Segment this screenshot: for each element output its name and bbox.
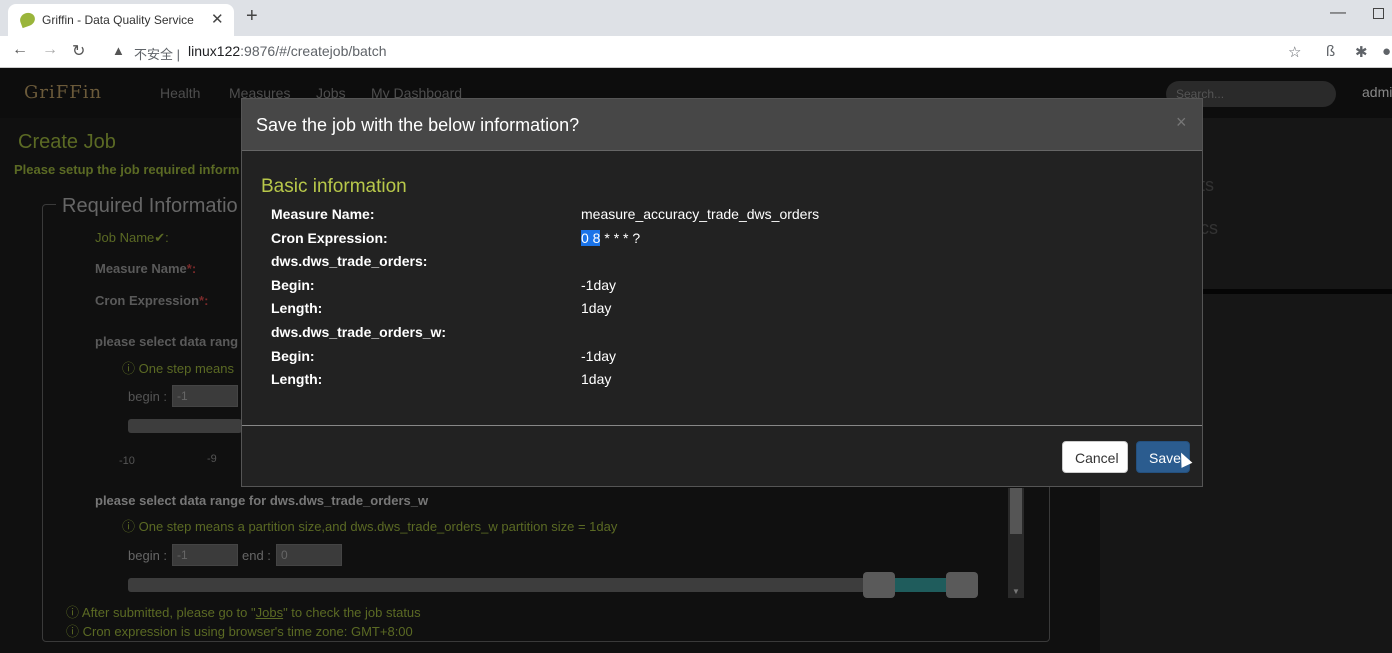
info-row-length: Length: 1day bbox=[271, 371, 612, 387]
back-icon[interactable]: ← bbox=[12, 41, 28, 59]
scrollbar-thumb[interactable] bbox=[1010, 488, 1022, 534]
tick-label: -9 bbox=[207, 453, 217, 465]
fieldset-legend: Required Informatio bbox=[56, 195, 244, 218]
warning-icon: ▲ bbox=[112, 43, 125, 58]
browser-address-bar: ← → ↻ ▲ 不安全 | linux122:9876/#/createjob/… bbox=[0, 36, 1392, 68]
form-scrollbar[interactable]: ▼ bbox=[1008, 488, 1024, 598]
info-row-cron-expression: Cron Expression: 0 8 * * * ? bbox=[271, 230, 641, 246]
nav-health[interactable]: Health bbox=[160, 85, 200, 101]
url-input[interactable]: ▲ 不安全 | linux122:9876/#/createjob/batch bbox=[104, 38, 1320, 66]
range2-note: ⓘ One step means a partition size,and dw… bbox=[122, 519, 618, 534]
end2-input[interactable]: 0 bbox=[276, 544, 342, 566]
scroll-down-icon[interactable]: ▼ bbox=[1012, 587, 1020, 596]
bookmark-star-icon[interactable]: ☆ bbox=[1288, 43, 1301, 61]
maximize-window-icon[interactable] bbox=[1373, 8, 1384, 19]
begin2-label: begin : bbox=[128, 548, 168, 563]
minimize-window-icon[interactable]: — bbox=[1330, 4, 1346, 22]
end2-label: end : bbox=[242, 548, 271, 563]
griffin-favicon-icon bbox=[18, 10, 37, 29]
footnote-cron-timezone: ⓘ Cron expression is using browser's tim… bbox=[66, 624, 413, 639]
browser-tab[interactable]: Griffin - Data Quality Service ✕ bbox=[8, 4, 234, 36]
range1-label: please select data rang bbox=[95, 334, 239, 349]
info-row-length: Length: 1day bbox=[271, 300, 612, 316]
range2-slider[interactable] bbox=[128, 578, 978, 592]
new-tab-button[interactable]: + bbox=[246, 5, 258, 28]
forward-icon[interactable]: → bbox=[42, 41, 58, 59]
basic-information-heading: Basic information bbox=[261, 176, 407, 197]
page-subtitle: Please setup the job required inform bbox=[14, 162, 240, 177]
extensions-puzzle-icon[interactable]: ✱ bbox=[1355, 43, 1368, 61]
url-text: linux122:9876/#/createjob/batch bbox=[188, 43, 387, 59]
info-row-source-table: dws.dws_trade_orders: bbox=[271, 253, 428, 269]
info-row-target-table: dws.dws_trade_orders_w: bbox=[271, 324, 447, 340]
range2-label: please select data range for dws.dws_tra… bbox=[95, 493, 429, 508]
begin2-input[interactable]: -1 bbox=[172, 544, 238, 566]
insecure-label: 不安全 | bbox=[134, 47, 181, 62]
user-menu[interactable]: admi bbox=[1362, 84, 1392, 100]
selected-text: 0 8 bbox=[581, 230, 601, 246]
close-icon[interactable]: × bbox=[1176, 112, 1187, 133]
tick-label: -10 bbox=[119, 455, 135, 467]
modal-header: Save the job with the below information?… bbox=[242, 99, 1202, 151]
info-row-measure-name: Measure Name: measure_accuracy_trade_dws… bbox=[271, 206, 820, 222]
extension-b-icon[interactable]: ß bbox=[1326, 43, 1335, 60]
range2-end-handle[interactable] bbox=[946, 572, 978, 598]
range2-begin-handle[interactable] bbox=[863, 572, 895, 598]
range1-slider[interactable] bbox=[128, 419, 242, 433]
cancel-button[interactable]: Cancel bbox=[1062, 441, 1128, 473]
profile-avatar[interactable]: ● bbox=[1382, 43, 1391, 60]
save-job-modal: Save the job with the below information?… bbox=[241, 98, 1203, 487]
footnote-jobs: ⓘ After submitted, please go to "Jobs" t… bbox=[66, 605, 421, 620]
reload-icon[interactable]: ↻ bbox=[72, 41, 85, 61]
tab-title: Griffin - Data Quality Service bbox=[42, 13, 194, 27]
page-title: Create Job bbox=[18, 131, 116, 153]
tab-close-icon[interactable]: ✕ bbox=[211, 10, 224, 28]
begin1-input[interactable]: -1 bbox=[172, 385, 238, 407]
job-name-label: Job Name✔: bbox=[95, 230, 169, 245]
measure-name-label: Measure Name*: bbox=[95, 261, 197, 276]
modal-title: Save the job with the below information? bbox=[256, 115, 580, 135]
griffin-logo[interactable]: GriFFin bbox=[24, 82, 102, 103]
begin1-label: begin : bbox=[128, 389, 168, 404]
range1-note: ⓘ One step means bbox=[122, 361, 234, 376]
info-row-begin: Begin: -1day bbox=[271, 277, 617, 293]
info-row-begin: Begin: -1day bbox=[271, 348, 617, 364]
modal-footer-divider bbox=[242, 425, 1202, 426]
cron-expression-label: Cron Expression*: bbox=[95, 293, 209, 308]
browser-tab-bar: Griffin - Data Quality Service ✕ + — bbox=[0, 0, 1392, 36]
jobs-link[interactable]: Jobs bbox=[256, 605, 283, 620]
